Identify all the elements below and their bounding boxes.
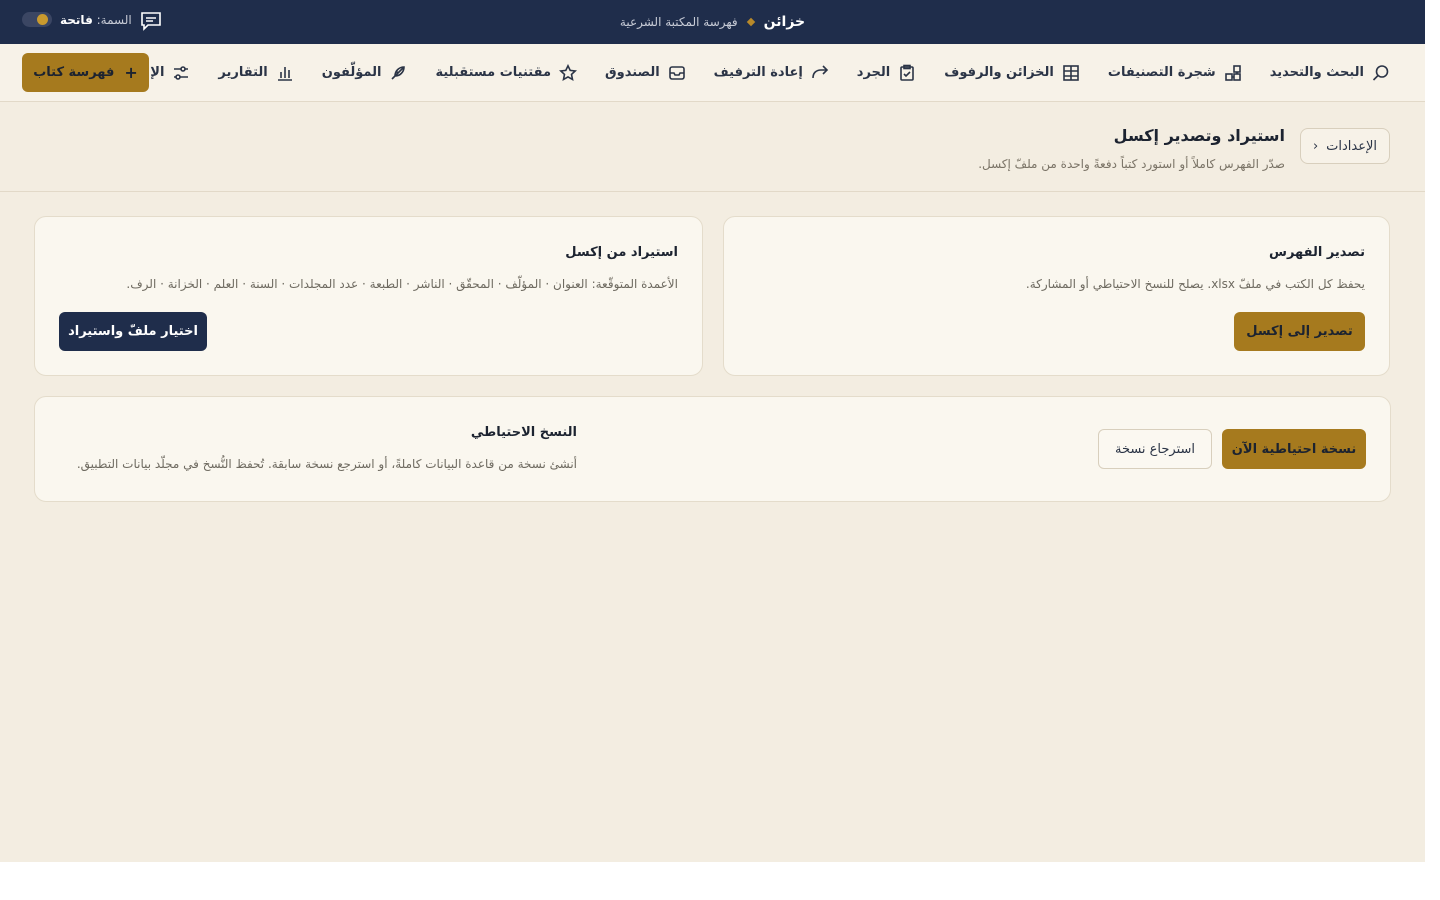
page-title: استيراد وتصدير إكسل (1113, 126, 1285, 145)
nav-item-label: البحث والتحديد (1269, 65, 1364, 80)
import-card-title: استيراد من إكسل (565, 245, 678, 260)
brand-subtitle: فهرسة المكتبة الشرعية (619, 15, 738, 29)
brand: خزائن فهرسة المكتبة الشرعية (0, 0, 1425, 44)
nav-item-authors[interactable]: المؤلّفون (322, 64, 408, 82)
theme-toggle[interactable] (22, 12, 52, 27)
brand-diamond-icon (746, 17, 755, 27)
top-bar: خزائن فهرسة المكتبة الشرعية السمة: فاتحة (0, 0, 1425, 44)
restore-backup-button[interactable]: استرجاع نسخة (1098, 429, 1212, 469)
nav-item-label: الخزائن والرفوف (944, 65, 1054, 80)
nav-item-inventory[interactable]: الجرد (857, 64, 916, 82)
nav-item-label: مقتنيات مستقبلية (435, 65, 551, 80)
tree-icon (1224, 64, 1241, 81)
star-icon (559, 63, 577, 81)
grid-icon (1063, 64, 1079, 81)
theme-value: فاتحة (60, 12, 93, 27)
bar-chart-icon (277, 66, 292, 81)
theme-label: السمة: فاتحة (60, 13, 132, 27)
nav-item-label: المؤلّفون (321, 65, 382, 80)
backup-now-button[interactable]: نسخة احتياطية الآن (1222, 429, 1366, 469)
nav-item-future[interactable]: مقتنيات مستقبلية (435, 63, 577, 82)
back-label: الإعدادات (1326, 138, 1378, 154)
page-header: الإعدادات ‹ استيراد وتصدير إكسل صدّر الف… (0, 102, 1425, 192)
feedback-chat-icon[interactable] (140, 11, 162, 31)
backup-card: نسخة احتياطية الآن استرجاع نسخة النسخ ال… (34, 396, 1391, 502)
nav-item-search[interactable]: البحث والتحديد (1270, 64, 1390, 82)
sliders-icon (174, 65, 189, 80)
back-to-settings-button[interactable]: الإعدادات ‹ (1300, 128, 1390, 164)
nav-item-taxonomy[interactable]: شجرة التصنيفات (1108, 64, 1242, 82)
nav-item-label: الصندوق (605, 65, 660, 80)
nav-item-box[interactable]: الصندوق (605, 64, 686, 82)
export-card: تصدير الفهرس يحفظ كل الكتب في ملفّ xlsx.… (723, 216, 1390, 376)
nav-item-shelves[interactable]: الخزائن والرفوف (944, 64, 1080, 82)
export-excel-button[interactable]: تصدير إلى إكسل (1234, 312, 1365, 351)
search-icon (1372, 64, 1389, 81)
redo-arrow-icon (811, 64, 828, 78)
plus-icon: + (124, 63, 138, 82)
theme-label-text: السمة: (96, 12, 132, 27)
main-nav: البحث والتحديد شجرة التصنيفات الخزائن وا… (0, 44, 1425, 102)
nav-item-label: التقارير (218, 65, 268, 80)
import-card: استيراد من إكسل الأعمدة المتوقّعة: العنو… (34, 216, 703, 376)
app-window: خزائن فهرسة المكتبة الشرعية السمة: فاتحة… (0, 0, 1425, 862)
add-book-label: فهرسة كتاب (33, 65, 115, 80)
nav-item-label: إعادة الترفيف (713, 65, 803, 80)
clipboard-icon (900, 64, 915, 81)
nav-items: البحث والتحديد شجرة التصنيفات الخزائن وا… (105, 44, 1390, 101)
export-card-title: تصدير الفهرس (1269, 245, 1365, 260)
choose-file-import-button[interactable]: اختيار ملفّ واستيراد (59, 312, 207, 351)
backup-card-title: النسخ الاحتياطي (470, 425, 577, 440)
brand-name: خزائن (763, 14, 806, 30)
export-card-description: يحفظ كل الكتب في ملفّ xlsx. يصلح للنسخ ا… (1025, 277, 1365, 291)
nav-item-label: الجرد (856, 65, 891, 80)
theme-switcher[interactable]: السمة: فاتحة (22, 12, 132, 27)
page-subtitle: صدّر الفهرس كاملاً أو استورد كتباً دفعةً… (978, 157, 1285, 171)
nav-item-reshelve[interactable]: إعادة الترفيف (714, 64, 829, 82)
theme-toggle-knob (37, 14, 48, 25)
chevron-left-icon: ‹ (1312, 138, 1319, 154)
inbox-icon (668, 65, 685, 80)
backup-card-description: أنشئ نسخة من قاعدة البيانات كاملةً، أو ا… (76, 457, 577, 471)
quill-icon (391, 65, 406, 80)
import-card-description: الأعمدة المتوقّعة: العنوان · المؤلّف · ا… (126, 277, 678, 291)
add-book-button[interactable]: + فهرسة كتاب (22, 53, 149, 92)
nav-item-label: شجرة التصنيفات (1107, 65, 1216, 80)
nav-item-reports[interactable]: التقارير (218, 64, 293, 82)
